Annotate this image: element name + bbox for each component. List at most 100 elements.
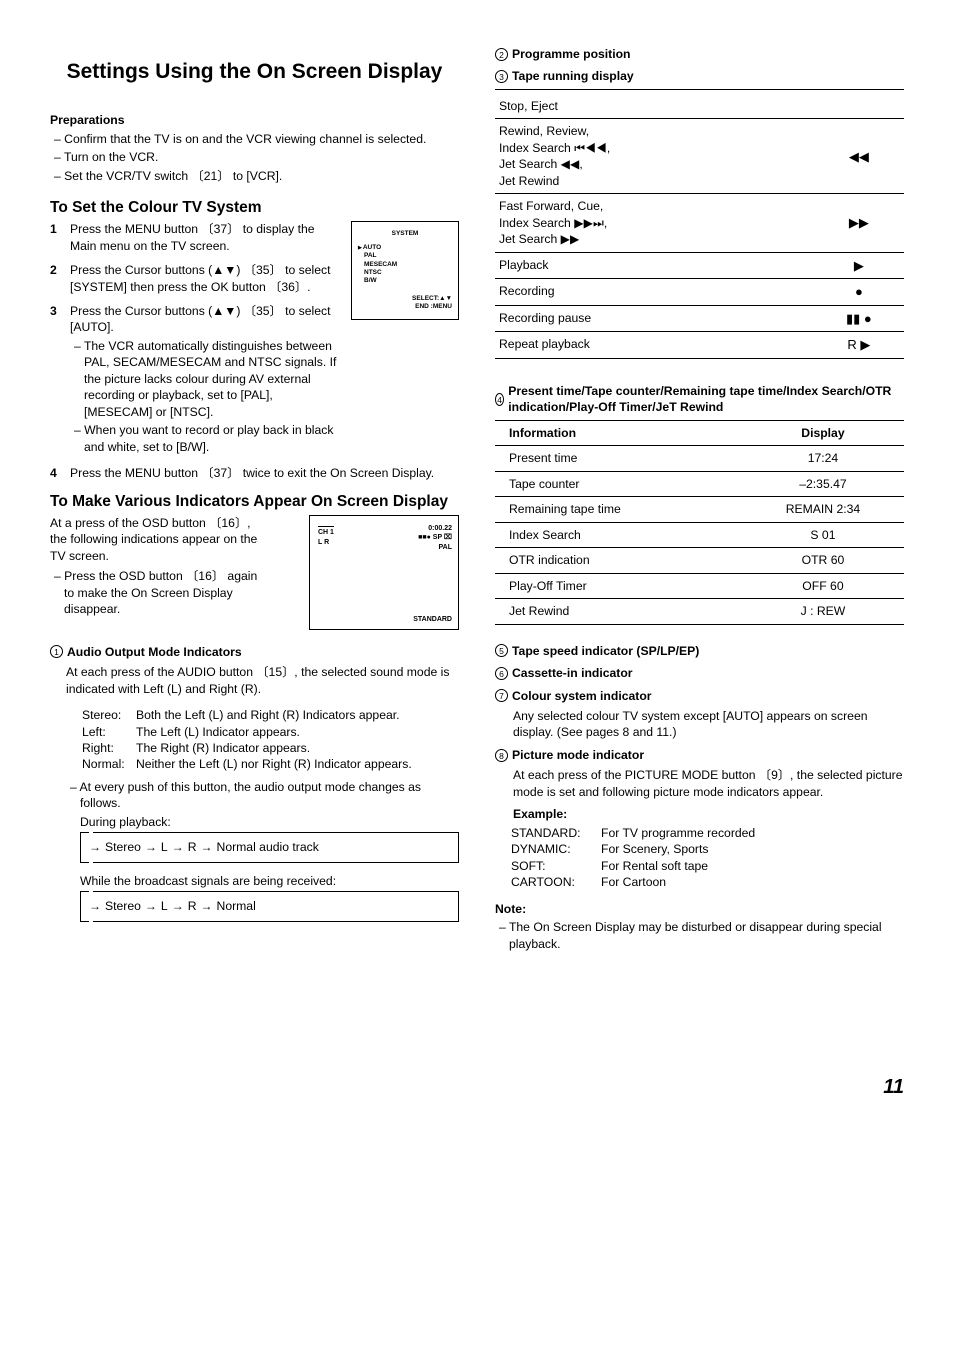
callout-7-icon: 7 <box>495 689 508 702</box>
step-body: Press the Cursor buttons (▲▼) 〔35〕 to se… <box>70 262 343 295</box>
tape-action: Repeat playback <box>495 332 814 359</box>
info-key: Index Search <box>495 522 742 547</box>
osd-option: NTSC <box>364 269 452 277</box>
picmode-key: STANDARD: <box>511 825 601 841</box>
table-row: Present time17:24 <box>495 446 904 471</box>
info-table: Information Display Present time17:24 Ta… <box>495 420 904 625</box>
tv-ch: CH 1 <box>318 526 334 537</box>
tv-screen-diagram: ① ② ③ ④ ⑤ CH 1 L R 0:00.22 ■■● SP ⌧ PAL … <box>309 515 459 630</box>
item-7-head: 7 Colour system indicator <box>495 688 904 704</box>
tape-symbol: R ▶ <box>814 332 904 359</box>
table-row: Index SearchS 01 <box>495 522 904 547</box>
def-val: Neither the Left (L) nor Right (R) Indic… <box>136 756 412 772</box>
step-num: 4 <box>50 465 70 481</box>
item-8-head: 8 Picture mode indicator <box>495 747 904 763</box>
step-body: Press the MENU button 〔37〕 to display th… <box>70 221 343 254</box>
picmode-key: CARTOON: <box>511 874 601 890</box>
step: 3 Press the Cursor buttons (▲▼) 〔35〕 to … <box>50 303 343 457</box>
arrow-icon: → <box>201 839 213 855</box>
info-key: Jet Rewind <box>495 599 742 624</box>
def-row: Stereo:Both the Left (L) and Right (R) I… <box>82 707 459 723</box>
tape-action: Fast Forward, Cue, Index Search ▶▶⏭, Jet… <box>495 194 814 252</box>
item-7-text: Any selected colour TV system except [AU… <box>495 708 904 741</box>
tape-symbol: ● <box>814 279 904 306</box>
item-6-title: Cassette-in indicator <box>512 665 633 681</box>
arrow-icon: → <box>89 839 101 855</box>
osd-foot: SELECT:▲▼ <box>358 295 452 303</box>
tape-symbol <box>814 94 904 119</box>
tape-symbol: ▶ <box>814 252 904 279</box>
item-8-text: At each press of the PICTURE MODE button… <box>495 767 904 800</box>
callout-5-icon: 5 <box>495 644 508 657</box>
page-columns: Settings Using the On Screen Display Pre… <box>50 40 904 954</box>
osd-option: B/W <box>364 277 452 285</box>
def-row: Right:The Right (R) Indicator appears. <box>82 740 459 756</box>
flow1-label: During playback: <box>80 814 459 830</box>
section-title-colour: To Set the Colour TV System <box>50 198 459 219</box>
example-label: Example: <box>495 806 904 822</box>
def-row: Left:The Left (L) Indicator appears. <box>82 724 459 740</box>
step-body: Press the Cursor buttons (▲▼) 〔35〕 to se… <box>70 303 343 457</box>
note-item: The On Screen Display may be disturbed o… <box>495 919 904 952</box>
section-title-indicators: To Make Various Indicators Appear On Scr… <box>50 492 459 513</box>
tape-action: Recording pause <box>495 305 814 332</box>
item-2-title: Programme position <box>512 46 631 62</box>
step-num: 1 <box>50 221 70 254</box>
table-row: Tape counter–2:35.47 <box>495 471 904 496</box>
info-key: Tape counter <box>495 471 742 496</box>
item-7-title: Colour system indicator <box>512 688 652 704</box>
tape-table-wrap: Stop, Eject Rewind, Review, Index Search… <box>495 89 904 359</box>
arrow-icon: → <box>172 839 184 855</box>
osd-system-menu: SYSTEM AUTO PAL MESECAM NTSC B/W SELECT:… <box>351 221 459 320</box>
table-row: Recording● <box>495 279 904 306</box>
tape-action: Rewind, Review, Index Search ⏮◀◀, Jet Se… <box>495 119 814 194</box>
main-title: Settings Using the On Screen Display <box>50 58 459 86</box>
callout-6-icon: 6 <box>495 667 508 680</box>
arrow-icon: → <box>89 898 101 914</box>
tv-sp: ■■● SP ⌧ <box>418 533 452 542</box>
arrow-icon: → <box>145 898 157 914</box>
callout-1-icon: 1 <box>50 645 63 658</box>
step-sub: The VCR automatically distinguishes betw… <box>70 338 343 455</box>
flow-item: Stereo <box>105 839 141 855</box>
item-4-head: 4 Present time/Tape counter/Remaining ta… <box>495 383 904 416</box>
step: 4 Press the MENU button 〔37〕 twice to ex… <box>50 465 459 481</box>
flow-item: R <box>188 898 197 914</box>
item-5-title: Tape speed indicator (SP/LP/EP) <box>512 643 699 659</box>
picmode-val: For Rental soft tape <box>601 858 708 874</box>
prep-item: Set the VCR/TV switch 〔21〕 to [VCR]. <box>50 168 459 184</box>
arrow-icon: → <box>172 898 184 914</box>
info-val: OFF 60 <box>742 573 904 598</box>
table-header: Information Display <box>495 420 904 445</box>
osd-option: MESECAM <box>364 261 452 269</box>
note-label: Note: <box>495 901 904 917</box>
osd-foot: END :MENU <box>358 303 452 311</box>
step-text: Press the Cursor buttons (▲▼) 〔35〕 to se… <box>70 304 331 334</box>
intro-text: At a press of the OSD button 〔16〕, the f… <box>50 516 257 563</box>
flow-item: R <box>188 839 197 855</box>
picmode-val: For Scenery, Sports <box>601 841 708 857</box>
def-key: Right: <box>82 740 136 756</box>
page-number: 11 <box>50 1074 904 1101</box>
item-1-body: At each press of the AUDIO button 〔15〕, … <box>50 664 459 922</box>
tv-pal: PAL <box>439 543 452 552</box>
def-row: Normal:Neither the Left (L) nor Right (R… <box>82 756 459 772</box>
intro-sub-item: Press the OSD button 〔16〕 again to make … <box>50 568 270 617</box>
tape-symbol: ▶▶ <box>814 194 904 252</box>
item-3-head: 3 Tape running display <box>495 68 904 84</box>
prep-item: Confirm that the TV is on and the VCR vi… <box>50 131 459 147</box>
item-6-head: 6 Cassette-in indicator <box>495 665 904 681</box>
col-info: Information <box>495 420 742 445</box>
flow2-label: While the broadcast signals are being re… <box>80 873 459 889</box>
table-row: Playback▶ <box>495 252 904 279</box>
info-val: J : REW <box>742 599 904 624</box>
item-1-title: Audio Output Mode Indicators <box>67 644 242 660</box>
item-4-title: Present time/Tape counter/Remaining tape… <box>508 383 904 416</box>
tape-running-table: Stop, Eject Rewind, Review, Index Search… <box>495 94 904 359</box>
tv-std: STANDARD <box>413 615 452 624</box>
picmode-row: CARTOON:For Cartoon <box>511 874 904 890</box>
callout-3-icon: 3 <box>495 70 508 83</box>
info-key: Present time <box>495 446 742 471</box>
push-note-item: At every push of this button, the audio … <box>66 779 459 812</box>
picmode-row: SOFT:For Rental soft tape <box>511 858 904 874</box>
